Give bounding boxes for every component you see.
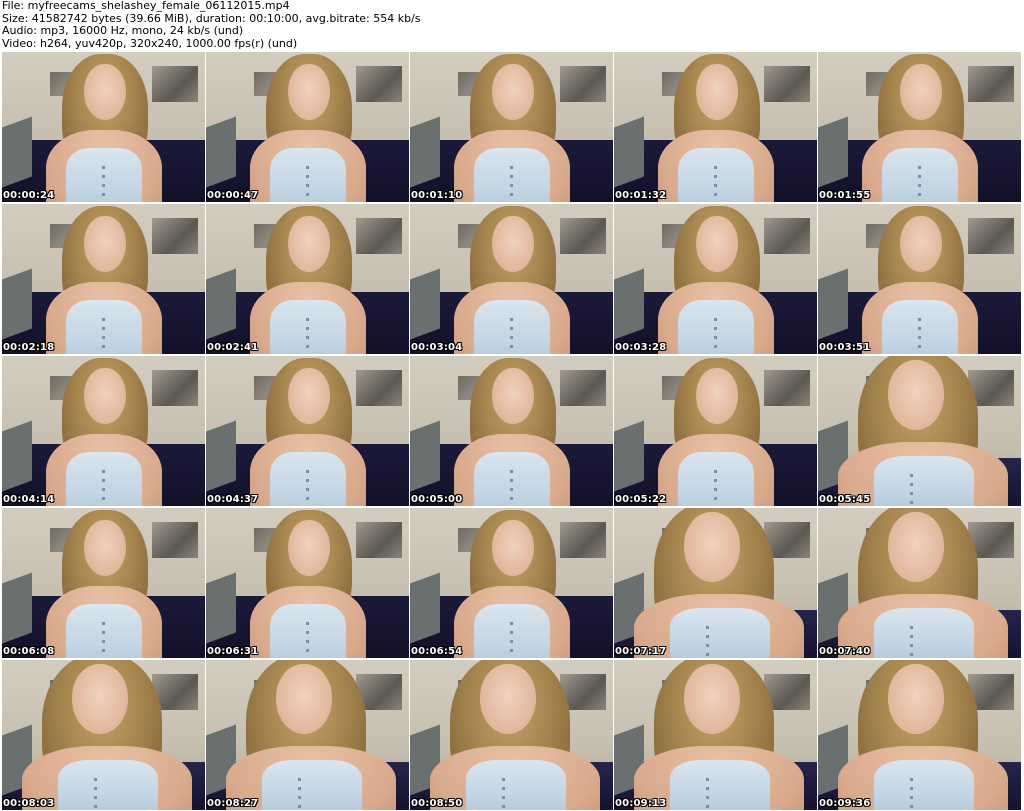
- thumbnail: 00:06:31: [206, 508, 409, 658]
- thumbnail: 00:05:45: [818, 356, 1021, 506]
- thumbnail-timestamp: 00:09:36: [819, 798, 871, 809]
- thumbnail-timestamp: 00:01:10: [411, 190, 463, 201]
- thumbnail-timestamp: 00:05:45: [819, 494, 871, 505]
- thumbnail: 00:01:32: [614, 52, 817, 202]
- thumbnail: 00:06:54: [410, 508, 613, 658]
- thumbnail: 00:05:00: [410, 356, 613, 506]
- thumbnail: 00:08:27: [206, 660, 409, 810]
- thumbnail: 00:01:10: [410, 52, 613, 202]
- thumbnail: 00:02:41: [206, 204, 409, 354]
- thumbnail-timestamp: 00:08:50: [411, 798, 463, 809]
- contact-sheet: File: myfreecams_shelashey_female_061120…: [0, 0, 1024, 811]
- thumbnail: 00:07:17: [614, 508, 817, 658]
- thumbnail-timestamp: 00:01:32: [615, 190, 667, 201]
- thumbnail-timestamp: 00:01:55: [819, 190, 871, 201]
- file-info-header: File: myfreecams_shelashey_female_061120…: [2, 0, 1020, 52]
- thumbnail: 00:06:08: [2, 508, 205, 658]
- thumbnail-timestamp: 00:08:03: [3, 798, 55, 809]
- thumbnail: 00:04:37: [206, 356, 409, 506]
- thumbnail-timestamp: 00:07:40: [819, 646, 871, 657]
- thumbnail-timestamp: 00:04:14: [3, 494, 55, 505]
- thumbnail-timestamp: 00:09:13: [615, 798, 667, 809]
- thumbnail: 00:00:47: [206, 52, 409, 202]
- thumbnail-timestamp: 00:05:00: [411, 494, 463, 505]
- thumbnail: 00:09:13: [614, 660, 817, 810]
- thumbnail: 00:07:40: [818, 508, 1021, 658]
- thumbnail-timestamp: 00:07:17: [615, 646, 667, 657]
- video-info-line: Video: h264, yuv420p, 320x240, 1000.00 f…: [2, 36, 298, 50]
- thumbnail-grid: 00:00:24 00:00:47 00:01:10 00:01:32 00:0…: [2, 52, 1022, 811]
- file-name-line: File: myfreecams_shelashey_female_061120…: [2, 0, 290, 12]
- thumbnail-timestamp: 00:06:54: [411, 646, 463, 657]
- thumbnail-timestamp: 00:03:04: [411, 342, 463, 353]
- thumbnail: 00:00:24: [2, 52, 205, 202]
- thumbnail: 00:08:50: [410, 660, 613, 810]
- thumbnail-timestamp: 00:03:51: [819, 342, 871, 353]
- thumbnail-timestamp: 00:02:18: [3, 342, 55, 353]
- thumbnail: 00:05:22: [614, 356, 817, 506]
- thumbnail-timestamp: 00:05:22: [615, 494, 667, 505]
- thumbnail-timestamp: 00:08:27: [207, 798, 259, 809]
- thumbnail-timestamp: 00:02:41: [207, 342, 259, 353]
- audio-info-line: Audio: mp3, 16000 Hz, mono, 24 kb/s (und…: [2, 24, 244, 37]
- thumbnail: 00:01:55: [818, 52, 1021, 202]
- thumbnail-timestamp: 00:00:24: [3, 190, 55, 201]
- thumbnail: 00:09:36: [818, 660, 1021, 810]
- thumbnail: 00:03:51: [818, 204, 1021, 354]
- thumbnail-timestamp: 00:03:28: [615, 342, 667, 353]
- thumbnail: 00:03:28: [614, 204, 817, 354]
- thumbnail-timestamp: 00:06:08: [3, 646, 55, 657]
- thumbnail: 00:04:14: [2, 356, 205, 506]
- thumbnail: 00:02:18: [2, 204, 205, 354]
- thumbnail: 00:08:03: [2, 660, 205, 810]
- thumbnail-timestamp: 00:00:47: [207, 190, 259, 201]
- thumbnail-timestamp: 00:06:31: [207, 646, 259, 657]
- thumbnail: 00:03:04: [410, 204, 613, 354]
- thumbnail-timestamp: 00:04:37: [207, 494, 259, 505]
